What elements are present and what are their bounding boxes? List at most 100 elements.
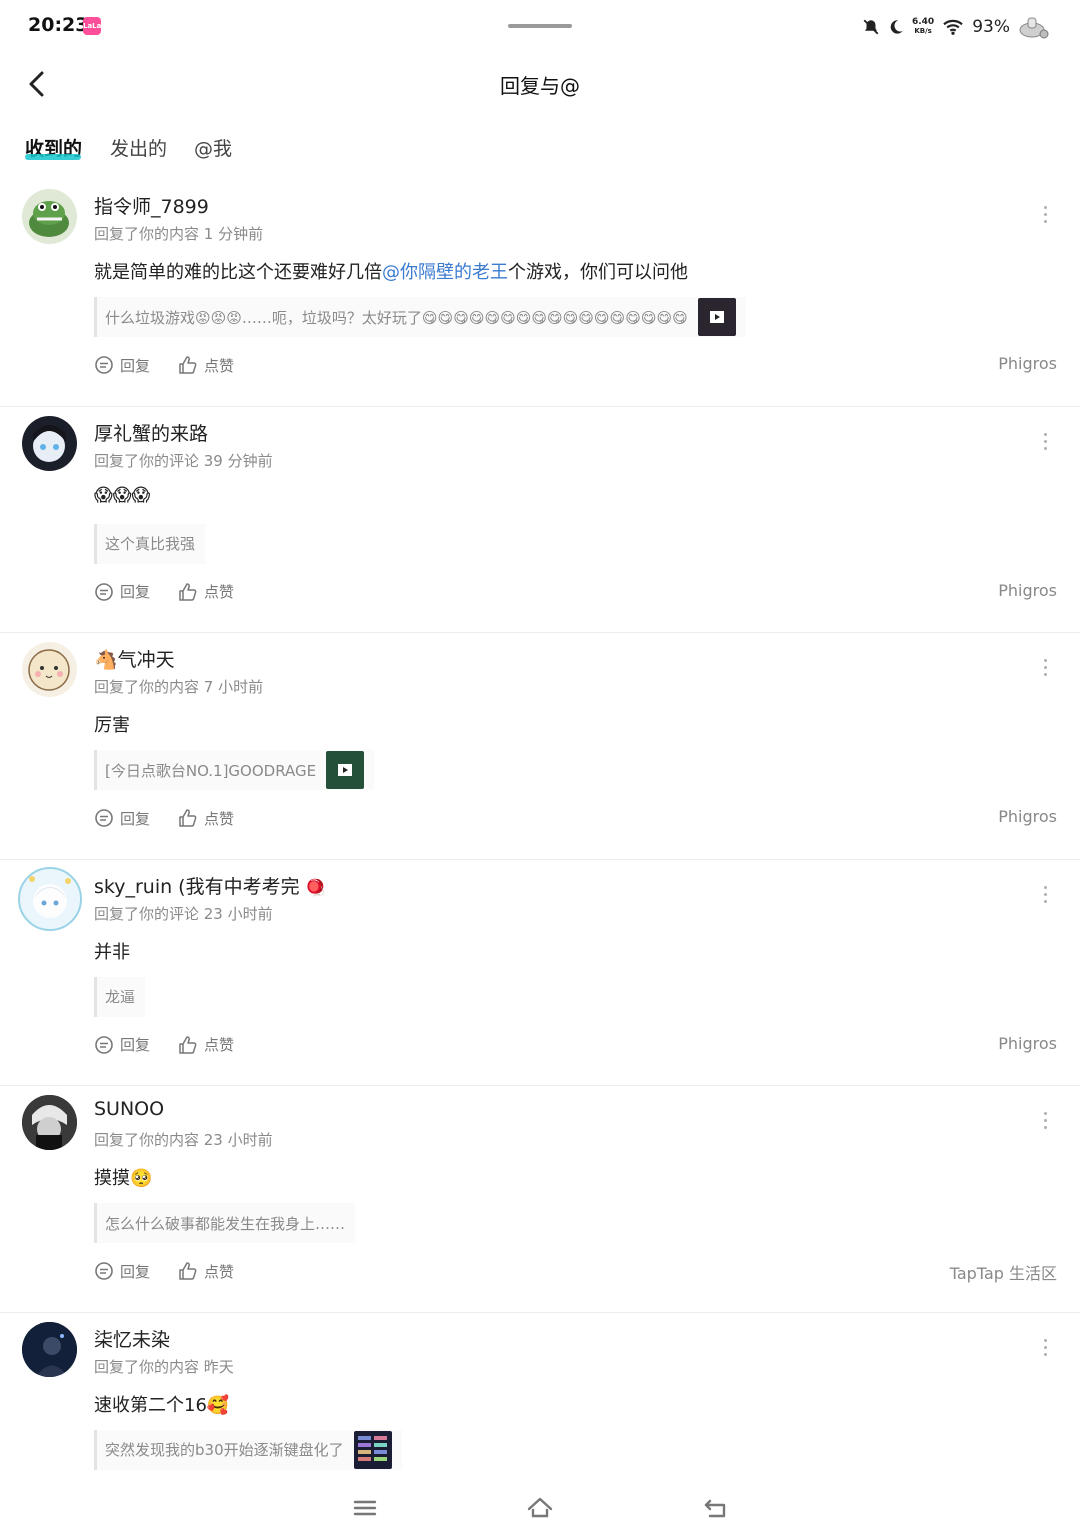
username[interactable]: SUNOO [94, 1098, 164, 1120]
action-bar: 回复 点赞 [94, 1260, 234, 1282]
page-title: 回复与@ [500, 74, 580, 98]
reply-meta: 回复了你的评论 23 小时前 [94, 904, 273, 923]
username[interactable]: 厚礼蟹的来路 [94, 419, 208, 446]
moon-icon [890, 20, 903, 34]
tab-mentions[interactable]: @我 [194, 134, 232, 161]
system-nav-bar [0, 1488, 1080, 1528]
reply-content[interactable]: 摸摸🥺 [94, 1164, 152, 1190]
back-nav-icon[interactable] [702, 1496, 730, 1520]
more-options-icon[interactable] [1040, 206, 1050, 226]
reply-content[interactable]: 速收第二个16🥰 [94, 1391, 229, 1417]
username[interactable]: sky_ruin (我有中考考完 🪀 [94, 872, 326, 899]
like-button[interactable]: 点赞 [178, 581, 234, 602]
quote-text: 突然发现我的b30开始逐渐键盘化了 [105, 1441, 344, 1460]
thumbs-up-icon [179, 356, 197, 374]
reply-content[interactable]: 并非 [94, 938, 130, 964]
drag-handle[interactable] [508, 24, 572, 28]
comment-icon [95, 582, 113, 601]
reply-button[interactable]: 回复 [94, 1034, 150, 1055]
reply-content[interactable]: 😱😱😱 [94, 485, 150, 506]
tab-active-indicator [25, 154, 81, 160]
avatar[interactable] [22, 1095, 77, 1151]
like-button[interactable]: 点赞 [178, 1261, 234, 1282]
reply-content[interactable]: 就是简单的难的比这个还要难好几倍@你隔壁的老王个游戏，你们可以问他 [94, 258, 688, 284]
quote-text: 龙逼 [105, 988, 136, 1007]
network-speed: 6.40 KB/s [911, 17, 935, 36]
reply-meta: 回复了你的内容 23 小时前 [94, 1131, 273, 1150]
status-bar: 20:23 LaLa 6.40 KB/s 93% [0, 0, 1080, 54]
action-bar: 回复 点赞 [94, 1034, 234, 1056]
comment-icon [95, 809, 113, 827]
reply-button[interactable]: 回复 [94, 808, 150, 829]
reply-meta: 回复了你的内容 昨天 [94, 1357, 234, 1376]
mute-bell-icon [863, 19, 879, 35]
reply-meta: 回复了你的内容 7 小时前 [94, 678, 264, 697]
quoted-content[interactable]: 什么垃圾游戏😡😡😡……呃，垃圾吗？太好玩了😋😋😋😋😋😋😋😋😋😋😋😋😋😋😋😋😋 [94, 297, 746, 337]
avatar[interactable] [22, 415, 77, 471]
more-options-icon[interactable] [1040, 885, 1050, 906]
list-item: 🐴气冲天 回复了你的内容 7 小时前 厉害 [今日点歌台NO.1]GOODRAG… [0, 633, 1080, 860]
avatar[interactable] [22, 189, 77, 244]
user-badge-icon: 🪀 [305, 877, 326, 897]
username[interactable]: 柒忆未染 [94, 1325, 170, 1352]
app-notification-icon: LaLa [83, 17, 101, 35]
more-options-icon[interactable] [1040, 1112, 1050, 1132]
reply-content[interactable]: 厉害 [94, 711, 130, 737]
thumbs-up-icon [179, 1036, 197, 1054]
score-grid-icon [357, 1435, 387, 1461]
avatar[interactable] [22, 642, 77, 698]
reply-button[interactable]: 回复 [94, 1261, 150, 1282]
like-button[interactable]: 点赞 [178, 355, 234, 376]
quote-text: 什么垃圾游戏😡😡😡……呃，垃圾吗？太好玩了😋😋😋😋😋😋😋😋😋😋😋😋😋😋😋😋😋 [105, 308, 688, 327]
thumbs-up-icon [179, 1262, 197, 1281]
action-bar: 回复 点赞 [94, 581, 234, 603]
reply-button[interactable]: 回复 [94, 355, 150, 376]
username[interactable]: 🐴气冲天 [94, 645, 175, 672]
tab-sent[interactable]: 发出的 [110, 134, 167, 161]
like-button[interactable]: 点赞 [178, 808, 234, 829]
avatar[interactable] [18, 866, 82, 931]
reply-button[interactable]: 回复 [94, 581, 150, 602]
mention-link[interactable]: @你隔壁的老王 [382, 262, 508, 283]
list-item: 厚礼蟹的来路 回复了你的评论 39 分钟前 😱😱😱 这个真比我强 回复 点赞 P… [0, 407, 1080, 634]
comment-icon [95, 356, 113, 374]
source-label[interactable]: Phigros [998, 354, 1057, 373]
wifi-icon [943, 19, 963, 35]
more-options-icon[interactable] [1040, 432, 1050, 453]
list-item: 指令师_7899 回复了你的内容 1 分钟前 就是简单的难的比这个还要难好几倍@… [0, 180, 1080, 407]
like-button[interactable]: 点赞 [178, 1034, 234, 1055]
more-options-icon[interactable] [1040, 1338, 1050, 1359]
page-header: 回复与@ [0, 56, 1080, 114]
avatar[interactable] [22, 1321, 77, 1377]
play-icon [338, 764, 353, 777]
home-icon[interactable] [526, 1496, 554, 1520]
battery-level: 93% [972, 17, 1010, 37]
image-thumbnail[interactable] [353, 1430, 392, 1469]
source-label[interactable]: Phigros [998, 581, 1057, 600]
more-options-icon[interactable] [1040, 659, 1050, 679]
quote-text: 这个真比我强 [105, 535, 196, 554]
reply-meta: 回复了你的评论 39 分钟前 [94, 451, 273, 470]
status-time: 20:23 [28, 14, 89, 36]
list-item: sky_ruin (我有中考考完 🪀 回复了你的评论 23 小时前 并非 龙逼 … [0, 860, 1080, 1087]
source-label[interactable]: TapTap 生活区 [950, 1260, 1057, 1284]
status-icons: 6.40 KB/s 93% [862, 14, 1050, 40]
reply-list: 指令师_7899 回复了你的内容 1 分钟前 就是简单的难的比这个还要难好几倍@… [0, 180, 1080, 1539]
thumbs-up-icon [179, 809, 197, 827]
menu-icon[interactable] [351, 1496, 379, 1520]
quoted-content[interactable]: 这个真比我强 [94, 523, 206, 564]
action-bar: 回复 点赞 [94, 354, 234, 376]
comment-icon [95, 1262, 113, 1281]
source-label[interactable]: Phigros [998, 807, 1057, 826]
video-thumbnail[interactable] [697, 298, 736, 336]
quote-text: [今日点歌台NO.1]GOODRAGE [105, 761, 317, 780]
quoted-content[interactable]: [今日点歌台NO.1]GOODRAGE [94, 750, 375, 791]
quoted-content[interactable]: 龙逼 [94, 976, 146, 1017]
source-label[interactable]: Phigros [998, 1034, 1057, 1053]
quoted-content[interactable]: 突然发现我的b30开始逐渐键盘化了 [94, 1429, 402, 1470]
video-thumbnail[interactable] [326, 751, 365, 790]
quoted-content[interactable]: 怎么什么破事都能发生在我身上…… [94, 1203, 356, 1244]
thumbs-up-icon [179, 582, 197, 601]
username[interactable]: 指令师_7899 [94, 192, 209, 219]
tab-bar: 收到的 发出的 @我 [0, 130, 1080, 166]
